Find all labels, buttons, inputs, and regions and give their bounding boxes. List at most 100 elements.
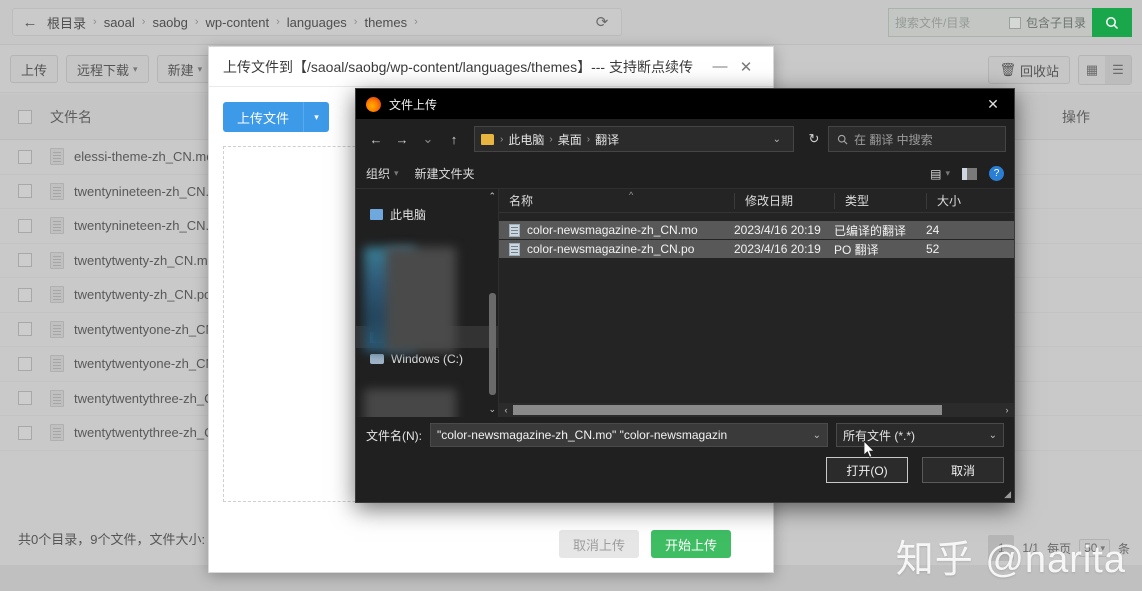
back-icon[interactable]: ←	[19, 14, 41, 31]
row-checkbox[interactable]	[18, 391, 32, 406]
search-icon	[837, 134, 848, 144]
address-bar[interactable]: › 此电脑 › 桌面 › 翻译 ⌄	[474, 126, 794, 152]
refresh-icon[interactable]: ⟳	[589, 13, 615, 31]
resize-grip-icon[interactable]: ◢	[1004, 489, 1011, 500]
folder-search-input[interactable]: 在 翻译 中搜索	[828, 126, 1006, 152]
preview-pane-icon[interactable]	[962, 167, 977, 180]
row-checkbox-cell[interactable]	[0, 287, 50, 302]
horizontal-scrollbar[interactable]: ‹ ›	[499, 403, 1014, 417]
path-separator: ›	[549, 133, 553, 145]
file-row[interactable]: color-newsmagazine-zh_CN.mo 2023/4/16 20:…	[499, 221, 1014, 239]
column-header-name[interactable]: 名称 ^	[499, 189, 734, 209]
breadcrumb-item-root[interactable]: 根目录	[41, 13, 92, 32]
view-options-button[interactable]: ▤ ▾	[930, 167, 950, 181]
row-checkbox[interactable]	[18, 184, 32, 199]
upload-button[interactable]: 上传	[10, 55, 59, 83]
column-header-date[interactable]: 修改日期	[734, 192, 834, 209]
file-name-cell: color-newsmagazine-zh_CN.mo	[499, 223, 734, 237]
close-icon[interactable]: ✕	[733, 58, 759, 76]
row-checkbox[interactable]	[18, 149, 32, 164]
minimize-icon[interactable]: —	[707, 58, 733, 75]
path-segment-1[interactable]: 桌面	[555, 131, 585, 148]
column-header-size[interactable]: 大小	[926, 192, 986, 209]
scroll-right-icon[interactable]: ›	[1000, 405, 1014, 415]
row-checkbox[interactable]	[18, 218, 32, 233]
refresh-icon[interactable]: ↻	[802, 126, 826, 152]
grid-view-icon[interactable]: ▦	[1079, 56, 1105, 84]
path-segment-2[interactable]: 翻译	[592, 131, 622, 148]
cancel-button[interactable]: 取消	[922, 457, 1004, 483]
row-checkbox[interactable]	[18, 322, 32, 337]
organize-menu[interactable]: 组织 ▾	[366, 165, 399, 182]
list-view-icon[interactable]: ☰	[1105, 56, 1131, 84]
breadcrumb-item-3[interactable]: wp-content	[200, 15, 276, 30]
row-checkbox[interactable]	[18, 253, 32, 268]
file-type-filter-value: 所有文件 (*.*)	[843, 428, 916, 443]
search-button[interactable]	[1092, 8, 1132, 37]
file-picker-title: 文件上传	[389, 97, 438, 112]
row-checkbox[interactable]	[18, 425, 32, 440]
row-checkbox-cell[interactable]	[0, 425, 50, 440]
page-number-1[interactable]: 1	[988, 535, 1015, 561]
choose-files-button[interactable]: 上传文件 ▾	[223, 102, 330, 132]
per-page-select[interactable]: 50 ▾	[1079, 539, 1110, 557]
column-header-filename[interactable]: 文件名	[50, 107, 92, 127]
scroll-left-icon[interactable]: ‹	[499, 405, 513, 415]
cancel-upload-button[interactable]: 取消上传	[558, 530, 639, 558]
recycle-bin-button[interactable]: 🗑 回收站	[988, 56, 1070, 84]
row-checkbox-cell[interactable]	[0, 322, 50, 337]
sidebar-item-this-pc[interactable]: 此电脑	[356, 203, 498, 225]
new-button[interactable]: 新建 ▾	[156, 55, 214, 83]
row-checkbox-cell[interactable]	[0, 184, 50, 199]
row-checkbox[interactable]	[18, 287, 32, 302]
new-folder-button[interactable]: 新建文件夹	[415, 165, 475, 182]
breadcrumb-item-5[interactable]: themes	[358, 15, 413, 30]
scroll-thumb[interactable]	[513, 405, 942, 415]
file-name: twentynineteen-zh_CN.mo	[74, 183, 228, 199]
drive-icon	[370, 354, 384, 364]
row-checkbox[interactable]	[18, 356, 32, 371]
column-header-type[interactable]: 类型	[834, 192, 926, 209]
open-button[interactable]: 打开(O)	[826, 457, 908, 483]
row-checkbox-cell[interactable]	[0, 149, 50, 164]
file-type-filter-select[interactable]: 所有文件 (*.*) ⌄	[836, 423, 1004, 447]
row-checkbox-cell[interactable]	[0, 253, 50, 268]
file-name: twentytwenty-zh_CN.po	[74, 287, 212, 303]
help-icon[interactable]: ?	[989, 166, 1004, 181]
search-input[interactable]: 搜索文件/目录 包含子目录	[888, 8, 1092, 37]
scroll-up-icon[interactable]: ⌃	[488, 191, 496, 202]
chevron-down-icon: ▾	[133, 63, 138, 74]
scroll-track[interactable]	[513, 405, 1000, 415]
sort-ascending-icon: ^	[629, 189, 634, 200]
breadcrumb-item-4[interactable]: languages	[281, 15, 353, 30]
sidebar-scrollbar[interactable]	[489, 205, 496, 401]
sidebar-scroll-thumb[interactable]	[489, 293, 496, 395]
per-page-unit: 条	[1117, 541, 1130, 556]
chevron-down-icon[interactable]: ⌄	[813, 430, 821, 441]
row-checkbox-cell[interactable]	[0, 391, 50, 406]
filename-input[interactable]: "color-newsmagazine-zh_CN.mo" "color-new…	[430, 423, 828, 447]
breadcrumb-item-1[interactable]: saoal	[98, 15, 141, 30]
start-upload-button[interactable]: 开始上传	[650, 530, 731, 558]
chevron-down-icon[interactable]: ▾	[303, 102, 329, 132]
file-row[interactable]: color-newsmagazine-zh_CN.po 2023/4/16 20:…	[499, 240, 1014, 258]
breadcrumb-item-2[interactable]: saobg	[146, 15, 193, 30]
select-all-checkbox[interactable]	[18, 109, 32, 124]
forward-icon[interactable]: →	[390, 126, 414, 152]
row-checkbox-cell[interactable]	[0, 218, 50, 233]
row-checkbox-cell[interactable]	[0, 356, 50, 371]
folder-search-placeholder: 在 翻译 中搜索	[854, 132, 933, 147]
breadcrumb-bar: ← 根目录 › saoal › saobg › wp-content › lan…	[12, 8, 622, 36]
back-icon[interactable]: ←	[364, 126, 388, 152]
close-icon[interactable]: ✕	[972, 89, 1014, 119]
up-icon[interactable]: ↑	[442, 126, 466, 152]
include-subdir-option[interactable]: 包含子目录	[1008, 14, 1086, 31]
scroll-down-icon[interactable]: ⌄	[488, 404, 496, 415]
remote-download-button[interactable]: 远程下载 ▾	[66, 55, 149, 83]
path-segment-0[interactable]: 此电脑	[505, 131, 547, 148]
select-all-cell[interactable]	[0, 109, 50, 124]
column-header-action: 操作	[1062, 108, 1090, 125]
chevron-down-icon[interactable]: ⌄	[767, 134, 787, 145]
include-subdir-checkbox[interactable]	[1008, 16, 1021, 29]
recent-locations-icon[interactable]: ⌄	[416, 126, 440, 152]
